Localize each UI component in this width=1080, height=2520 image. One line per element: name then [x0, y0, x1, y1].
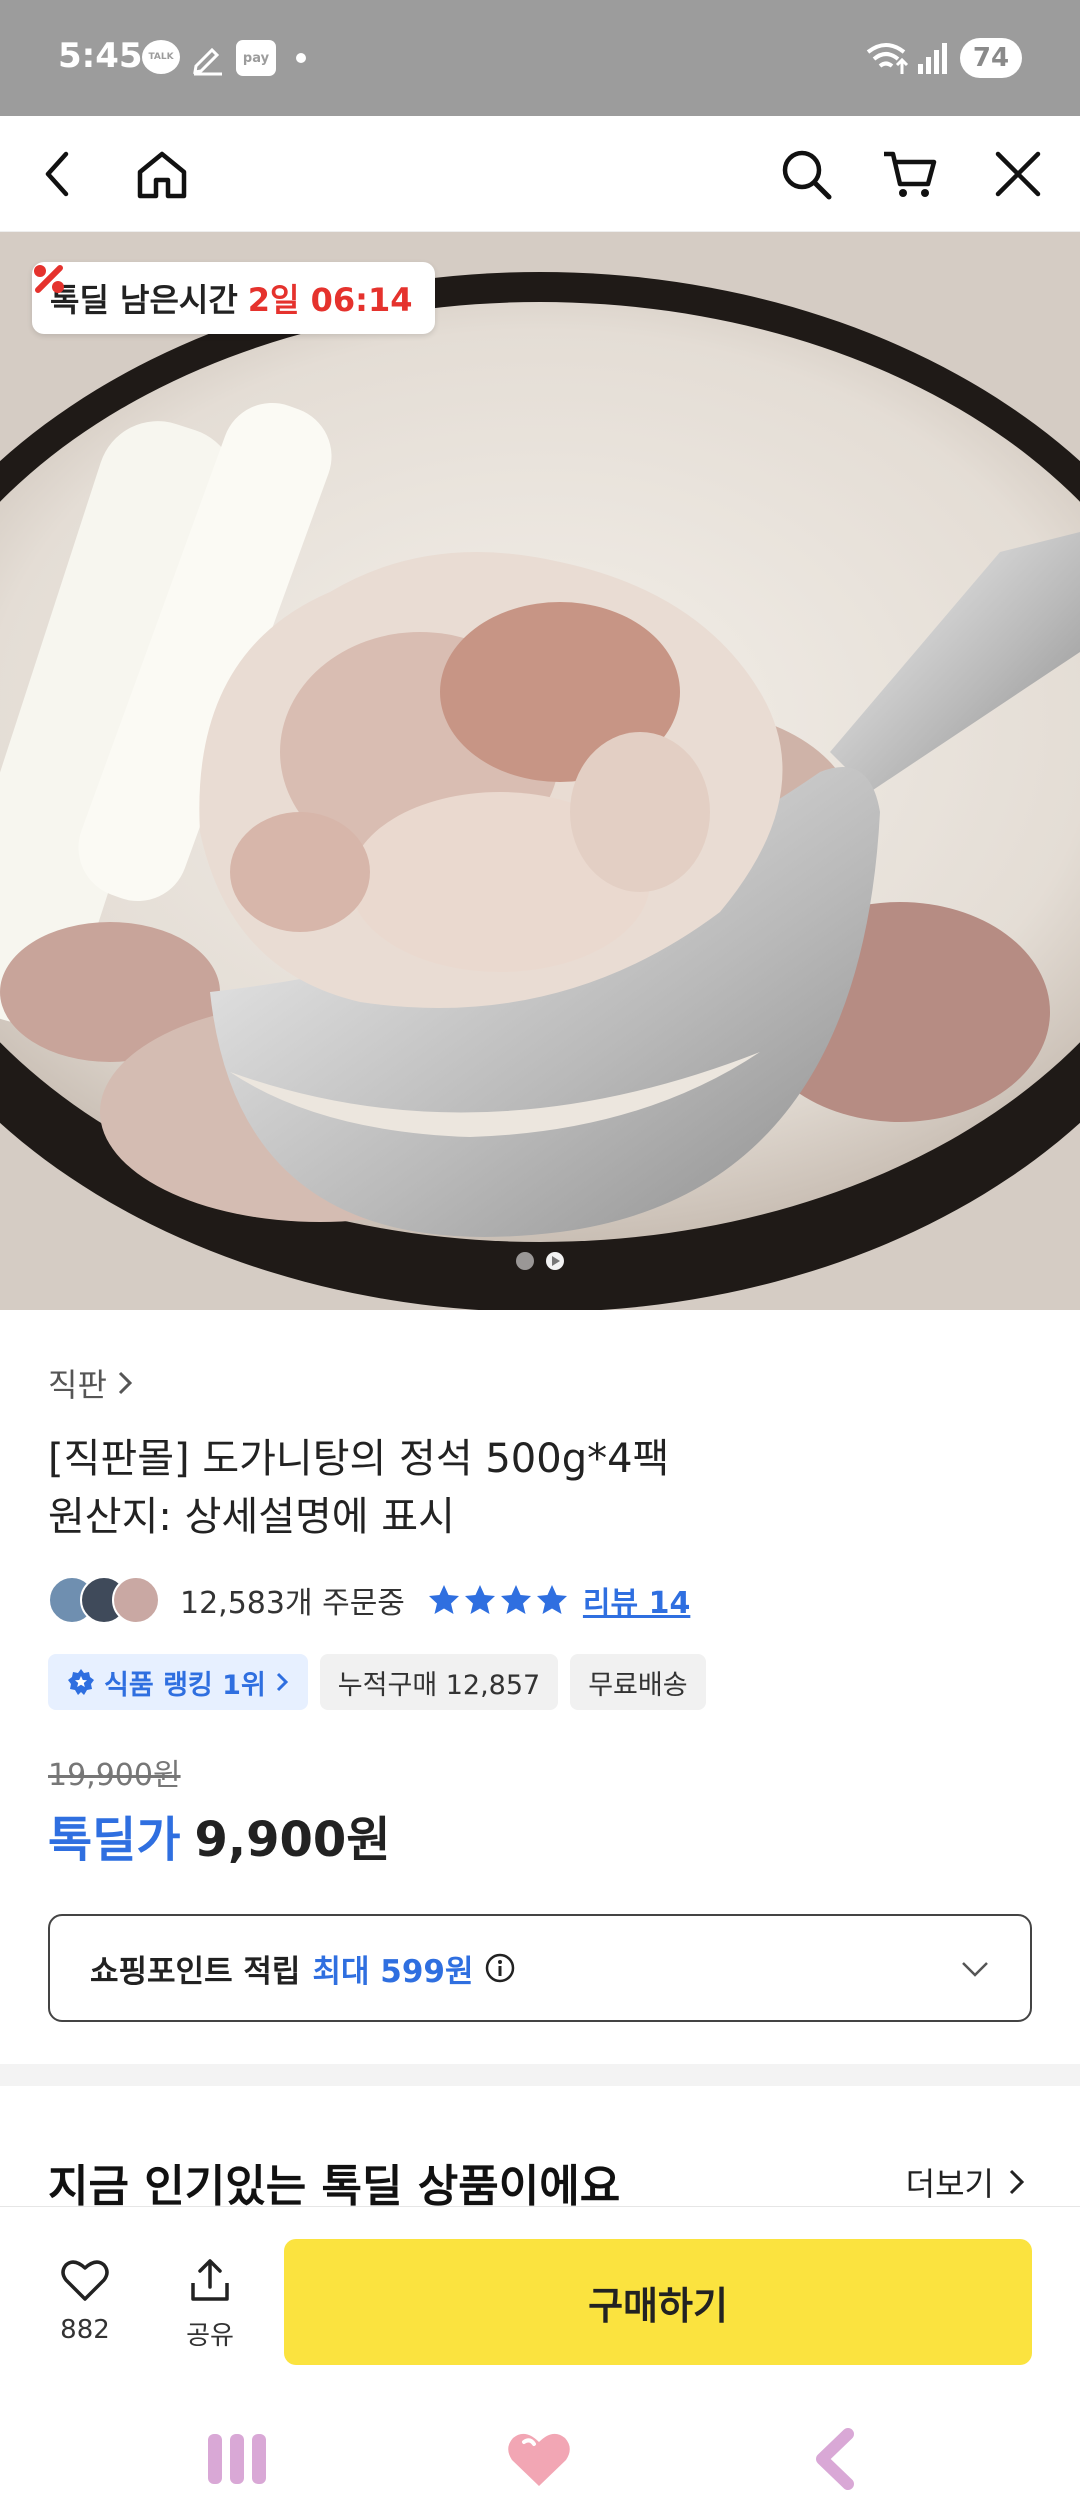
product-image-carousel[interactable]: 톡딜 남은시간 2일 06:14	[0, 232, 1080, 1310]
status-bar: 5:45 TALK pay 74	[0, 0, 1080, 116]
chevron-right-icon	[276, 1672, 288, 1692]
share-icon	[191, 2259, 229, 2301]
sale-price: 9,900원	[194, 1812, 391, 1868]
product-title-line: [직판몰] 도가니탕의 정석 500g*4팩	[48, 1436, 670, 1482]
popular-deals-header: 지금 인기있는 톡딜 상품이에요 더보기	[48, 2150, 1032, 2214]
like-count: 882	[60, 2315, 110, 2345]
see-more-link[interactable]: 더보기	[906, 2159, 1032, 2205]
system-back-icon[interactable]	[804, 2424, 874, 2494]
recent-apps-icon[interactable]	[202, 2424, 272, 2494]
buy-button[interactable]: 구매하기	[284, 2239, 1032, 2365]
system-navigation-bar	[0, 2396, 1080, 2520]
search-icon	[782, 150, 832, 200]
deal-percent-icon	[34, 265, 64, 293]
see-more-label: 더보기	[905, 2165, 994, 2203]
section-divider	[0, 2064, 1080, 2086]
product-photo	[0, 232, 1080, 1310]
point-label: 쇼핑포인트 적립	[90, 1953, 301, 1990]
home-button[interactable]	[132, 144, 192, 204]
shopping-point-dropdown[interactable]: 쇼핑포인트 적립 최대 599원	[48, 1914, 1032, 2022]
carousel-indicator	[0, 1252, 1080, 1270]
carousel-dot[interactable]	[516, 1252, 534, 1270]
ranking-badge-icon	[68, 1669, 94, 1695]
home-heart-icon[interactable]	[504, 2424, 574, 2494]
share-button[interactable]: 공유	[165, 2255, 255, 2352]
food-ranking-tag[interactable]: 식품 랭킹 1위	[48, 1654, 308, 1710]
cart-button[interactable]	[880, 144, 940, 204]
deal-countdown-label: 톡딜 남은시간	[50, 281, 238, 319]
signal-icon	[916, 40, 950, 76]
review-link[interactable]: 리뷰 14	[583, 1578, 690, 1622]
free-shipping-tag: 무료배송	[570, 1654, 706, 1710]
chevron-right-icon	[118, 1371, 133, 1395]
pay-notification-icon: pay	[236, 40, 276, 76]
star-icon	[536, 1585, 567, 1614]
star-icon	[464, 1585, 495, 1614]
heart-icon	[61, 2260, 109, 2301]
seller-name: 직판	[48, 1366, 107, 1404]
like-button[interactable]: 882	[40, 2255, 130, 2345]
back-button[interactable]	[30, 144, 90, 204]
section-title: 지금 인기있는 톡딜 상품이에요	[48, 2161, 621, 2212]
back-icon	[45, 151, 69, 197]
carousel-dot-active[interactable]	[546, 1252, 564, 1270]
product-info: 직판 [직판몰] 도가니탕의 정석 500g*4팩 원산지: 상세설명에 표시 …	[48, 1310, 1038, 2022]
kakaotalk-notification-icon: TALK	[142, 40, 180, 74]
close-icon	[995, 151, 1041, 197]
star-icon	[428, 1585, 459, 1614]
original-price: 19,900원	[48, 1758, 181, 1793]
wifi-icon	[866, 40, 910, 76]
avatar	[112, 1576, 160, 1624]
status-time: 5:45	[58, 36, 143, 76]
battery-indicator: 74	[960, 38, 1022, 78]
buyer-avatars	[48, 1576, 160, 1624]
rating-stars	[427, 1583, 569, 1617]
more-notifications-dot-icon	[296, 53, 306, 63]
order-review-row: 12,583개 주문중 리뷰 14	[48, 1572, 1038, 1628]
order-count: 12,583개 주문중	[180, 1586, 405, 1621]
chevron-down-icon	[962, 1962, 988, 1977]
search-button[interactable]	[776, 144, 836, 204]
share-label: 공유	[186, 2321, 234, 2351]
point-max-value: 최대 599원	[312, 1953, 474, 1990]
cart-icon	[884, 151, 937, 197]
top-navigation-bar	[0, 116, 1080, 232]
product-origin-line: 원산지: 상세설명에 표시	[48, 1494, 455, 1540]
cumulative-purchase-tag: 누적구매 12,857	[319, 1654, 559, 1710]
bottom-action-bar: 882 공유 구매하기	[0, 2206, 1080, 2396]
food-ranking-label: 식품 랭킹 1위	[104, 1669, 266, 1701]
star-icon	[500, 1585, 531, 1614]
close-button[interactable]	[988, 144, 1048, 204]
deal-countdown-badge: 톡딜 남은시간 2일 06:14	[32, 262, 435, 334]
edit-notification-icon	[190, 40, 226, 76]
product-title: [직판몰] 도가니탕의 정석 500g*4팩 원산지: 상세설명에 표시	[48, 1430, 1038, 1546]
sale-price-row: 톡딜가 9,900원	[48, 1800, 1038, 1870]
deal-countdown-value: 2일 06:14	[247, 281, 413, 319]
seller-link[interactable]: 직판	[48, 1360, 1038, 1406]
chevron-right-icon	[1009, 2169, 1025, 2195]
home-icon	[137, 151, 187, 199]
sale-price-label: 톡딜가	[48, 1812, 181, 1868]
product-tags: 식품 랭킹 1위 누적구매 12,857 무료배송	[48, 1654, 1038, 1710]
info-icon[interactable]	[484, 1952, 516, 1984]
